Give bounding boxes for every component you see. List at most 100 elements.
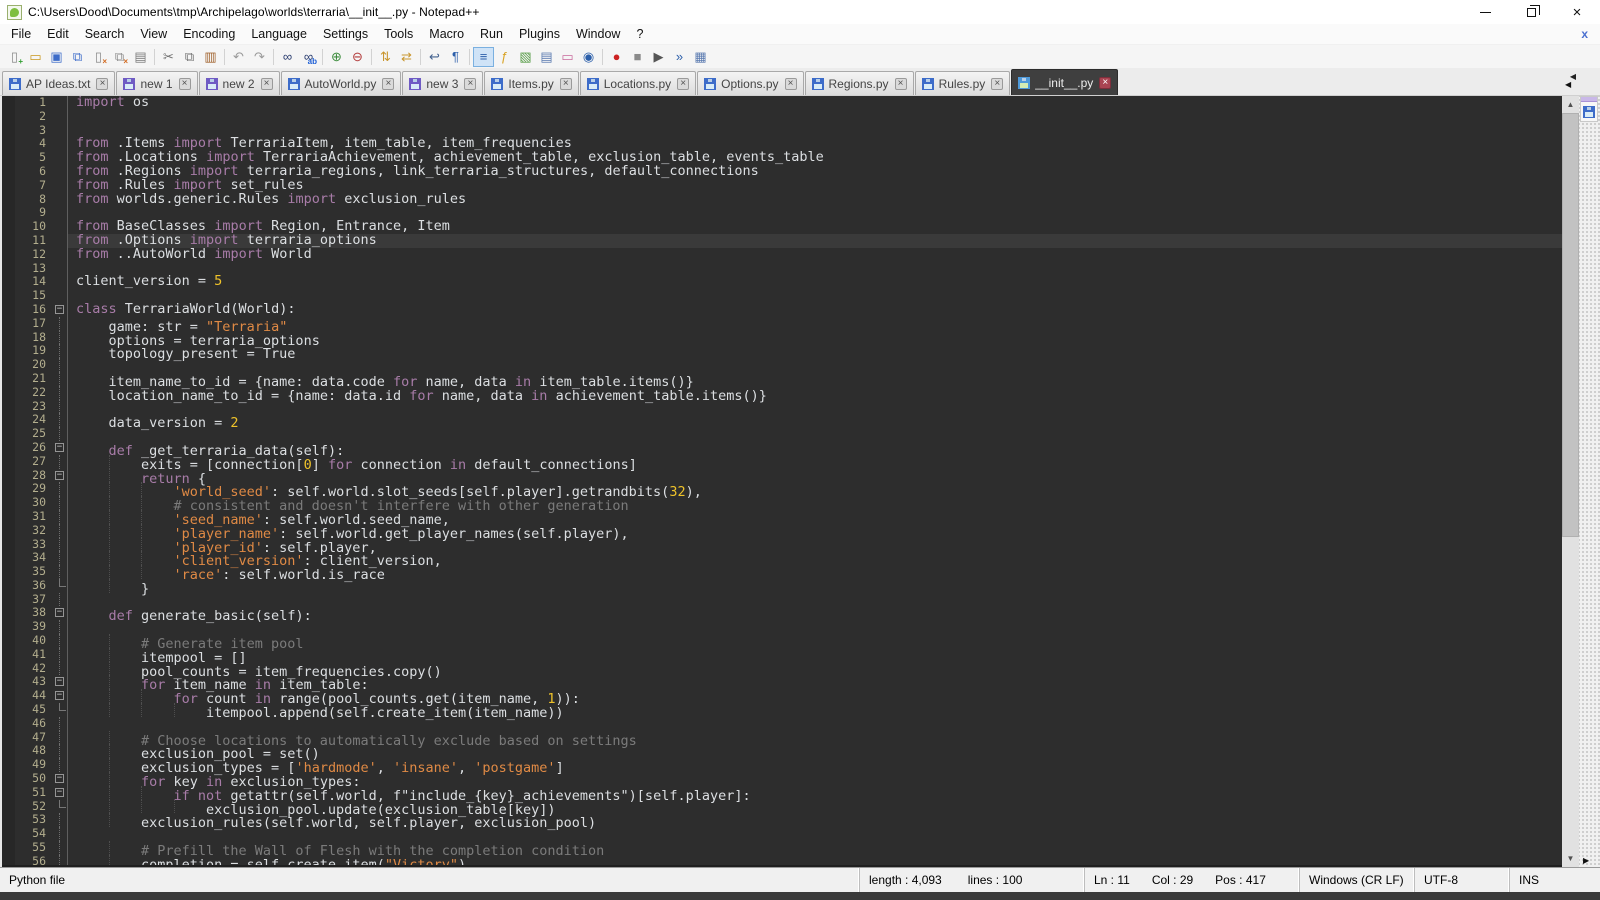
code-line-12[interactable]: 12from ..AutoWorld import World <box>2 248 1562 262</box>
fold-toggle[interactable]: − <box>53 675 68 689</box>
close-tab-icon[interactable]: × <box>785 78 797 90</box>
macro-run-multiple-button[interactable]: » <box>669 47 690 67</box>
code-line-26[interactable]: 26−def _get_terraria_data(self): <box>2 441 1562 455</box>
code-line-54[interactable]: 54 <box>2 827 1562 841</box>
code-line-43[interactable]: 43−for item_name in item_table: <box>2 675 1562 689</box>
fold-toggle[interactable]: − <box>53 786 68 800</box>
vertical-scrollbar[interactable]: ▲ ▼ <box>1562 96 1579 867</box>
tab-ap-ideas-txt[interactable]: AP Ideas.txt× <box>2 71 115 95</box>
zoom-out-button[interactable]: ⊖ <box>347 47 368 67</box>
code-line-56[interactable]: 56completion = self.create_item("Victory… <box>2 855 1562 867</box>
menu-search[interactable]: Search <box>77 25 133 43</box>
code-line-23[interactable]: 23 <box>2 400 1562 414</box>
status-encoding[interactable]: UTF-8 <box>1415 868 1510 892</box>
code-line-37[interactable]: 37 <box>2 593 1562 607</box>
code-line-2[interactable]: 2 <box>2 110 1562 124</box>
menu-macro[interactable]: Macro <box>421 25 472 43</box>
code-line-32[interactable]: 32'player_name': self.world.get_player_n… <box>2 524 1562 538</box>
tab-locations-py[interactable]: Locations.py× <box>580 71 696 95</box>
tab-new-2[interactable]: new 2× <box>199 71 280 95</box>
code-line-31[interactable]: 31'seed_name': self.world.seed_name, <box>2 510 1562 524</box>
scroll-down-icon[interactable]: ▼ <box>1562 850 1579 867</box>
code-line-52[interactable]: 52exclusion_pool.update(exclusion_table[… <box>2 800 1562 814</box>
macro-save-button[interactable]: ▦ <box>690 47 711 67</box>
scrollbar-thumb[interactable] <box>1562 113 1579 537</box>
code-editor[interactable]: 1import os234from .Items import Terraria… <box>2 96 1562 867</box>
close-document-button[interactable]: ▯× <box>88 47 109 67</box>
tab-options-py[interactable]: Options.py× <box>697 71 803 95</box>
code-line-49[interactable]: 49exclusion_types = ['hardmode', 'insane… <box>2 758 1562 772</box>
menu-help[interactable]: ? <box>628 25 651 43</box>
show-all-characters-button[interactable]: ¶ <box>445 47 466 67</box>
open-file-button[interactable]: ▭ <box>25 47 46 67</box>
dock-expand-right-icon[interactable]: ▶ <box>1583 856 1589 865</box>
code-line-22[interactable]: 22location_name_to_id = {name: data.id f… <box>2 386 1562 400</box>
minimize-button[interactable] <box>1462 0 1508 24</box>
code-line-47[interactable]: 47# Choose locations to automatically ex… <box>2 731 1562 745</box>
code-line-38[interactable]: 38−def generate_basic(self): <box>2 606 1562 620</box>
status-eol[interactable]: Windows (CR LF) <box>1300 868 1415 892</box>
close-tab-icon[interactable]: × <box>1099 77 1111 89</box>
tab-regions-py[interactable]: Regions.py× <box>805 71 914 95</box>
code-line-25[interactable]: 25 <box>2 427 1562 441</box>
close-tab-icon[interactable]: × <box>261 78 273 90</box>
tab-init-py[interactable]: __init__.py× <box>1011 69 1118 95</box>
tab-new-1[interactable]: new 1× <box>116 71 197 95</box>
menu-plugins[interactable]: Plugins <box>511 25 568 43</box>
close-tab-icon[interactable]: × <box>464 78 476 90</box>
code-line-45[interactable]: 45itempool.append(self.create_item(item_… <box>2 703 1562 717</box>
code-line-28[interactable]: 28−return { <box>2 469 1562 483</box>
code-line-41[interactable]: 41itempool = [] <box>2 648 1562 662</box>
close-document-icon[interactable]: x <box>1581 27 1588 41</box>
undo-button[interactable]: ↶ <box>228 47 249 67</box>
fold-toggle[interactable]: − <box>53 606 68 620</box>
function-list-button[interactable]: ƒ <box>494 47 515 67</box>
fold-toggle[interactable]: − <box>53 441 68 455</box>
code-line-50[interactable]: 50−for key in exclusion_types: <box>2 772 1562 786</box>
close-tab-icon[interactable]: × <box>382 78 394 90</box>
close-tab-icon[interactable]: × <box>895 78 907 90</box>
dock-collapse-left-icon[interactable]: ◀ <box>1565 80 1571 89</box>
code-line-14[interactable]: 14client_version = 5 <box>2 275 1562 289</box>
code-line-48[interactable]: 48exclusion_pool = set() <box>2 744 1562 758</box>
new-file-button[interactable]: ▯+ <box>4 47 25 67</box>
code-line-17[interactable]: 17game: str = "Terraria" <box>2 317 1562 331</box>
close-button[interactable]: × <box>1554 0 1600 24</box>
code-line-53[interactable]: 53exclusion_rules(self.world, self.playe… <box>2 813 1562 827</box>
menu-view[interactable]: View <box>132 25 175 43</box>
tab-rules-py[interactable]: Rules.py× <box>915 71 1011 95</box>
show-indent-guide-button[interactable]: ≡ <box>473 47 494 67</box>
document-list-button[interactable]: ▤ <box>536 47 557 67</box>
scroll-up-icon[interactable]: ▲ <box>1562 96 1579 113</box>
find-button[interactable]: ∞ <box>277 47 298 67</box>
code-line-33[interactable]: 33'player_id': self.player, <box>2 538 1562 552</box>
print-button[interactable]: ▤ <box>130 47 151 67</box>
code-line-55[interactable]: 55# Prefill the Wall of Flesh with the c… <box>2 841 1562 855</box>
zoom-in-button[interactable]: ⊕ <box>326 47 347 67</box>
code-line-21[interactable]: 21item_name_to_id = {name: data.code for… <box>2 372 1562 386</box>
code-line-20[interactable]: 20 <box>2 358 1562 372</box>
menu-edit[interactable]: Edit <box>39 25 77 43</box>
replace-button[interactable]: ∞ab <box>298 47 319 67</box>
menu-run[interactable]: Run <box>472 25 511 43</box>
sync-scroll-vertical-button[interactable]: ⇅ <box>375 47 396 67</box>
macro-play-button[interactable]: ▶ <box>648 47 669 67</box>
menu-tools[interactable]: Tools <box>376 25 421 43</box>
copy-button[interactable]: ⧉ <box>179 47 200 67</box>
menu-file[interactable]: File <box>3 25 39 43</box>
code-line-44[interactable]: 44−for count in range(pool_counts.get(it… <box>2 689 1562 703</box>
sync-scroll-horizontal-button[interactable]: ⇄ <box>396 47 417 67</box>
fold-toggle[interactable]: − <box>53 689 68 703</box>
code-line-16[interactable]: 16−class TerrariaWorld(World): <box>2 303 1562 317</box>
tab-autoworld-py[interactable]: AutoWorld.py× <box>281 71 402 95</box>
code-line-13[interactable]: 13 <box>2 262 1562 276</box>
code-line-19[interactable]: 19topology_present = True <box>2 344 1562 358</box>
paste-button[interactable]: ▥ <box>200 47 221 67</box>
code-line-46[interactable]: 46 <box>2 717 1562 731</box>
code-line-18[interactable]: 18options = terraria_options <box>2 331 1562 345</box>
folder-as-workspace-button[interactable]: ▭ <box>557 47 578 67</box>
code-line-29[interactable]: 29'world_seed': self.world.slot_seeds[se… <box>2 482 1562 496</box>
fold-toggle[interactable]: − <box>53 772 68 786</box>
code-line-35[interactable]: 35'race': self.world.is_race <box>2 565 1562 579</box>
word-wrap-button[interactable]: ↩ <box>424 47 445 67</box>
